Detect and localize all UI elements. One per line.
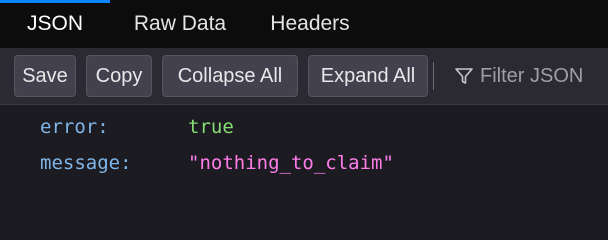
json-tree: error: true message: "nothing_to_claim" [0,105,608,224]
filter-json-input[interactable] [480,64,608,88]
filter-field[interactable] [440,55,608,97]
json-key: message: [40,152,132,174]
expand-all-button[interactable]: Expand All [308,55,428,97]
tab-headers[interactable]: Headers [250,0,370,48]
tab-raw-data[interactable]: Raw Data [110,0,250,48]
tab-json[interactable]: JSON [0,0,110,48]
json-value-boolean: true [188,116,234,138]
tab-json-label: JSON [26,12,83,35]
viewer-tab-bar: JSON Raw Data Headers [0,0,608,48]
json-value-string: "nothing_to_claim" [188,152,394,174]
collapse-all-button[interactable]: Collapse All [162,55,298,97]
save-button[interactable]: Save [14,55,76,97]
copy-button[interactable]: Copy [86,55,152,97]
json-toolbar: Save Copy Collapse All Expand All [0,48,608,105]
tab-headers-label: Headers [270,12,350,35]
toolbar-divider [433,62,434,90]
funnel-icon [452,64,476,88]
tab-raw-data-label: Raw Data [133,12,227,35]
json-row-message[interactable]: message: "nothing_to_claim" [0,145,608,181]
json-key: error: [40,116,109,138]
json-row-error[interactable]: error: true [0,109,608,145]
